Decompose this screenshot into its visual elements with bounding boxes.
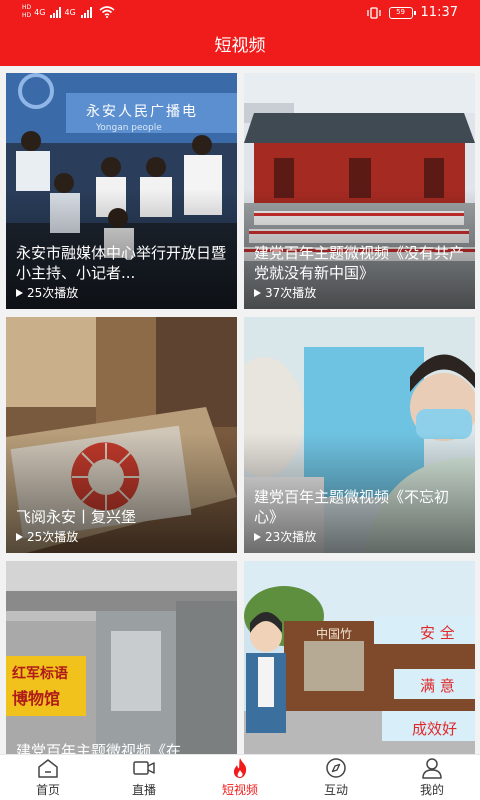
network-type-bottom: HD (22, 12, 32, 19)
video-card[interactable]: 飞阅永安丨复兴堡 25次播放 (6, 317, 237, 553)
play-count: 37次播放 (254, 284, 316, 301)
video-thumbnail (6, 561, 237, 754)
battery-icon: 59 (388, 6, 416, 19)
thumbnail-sign: 红军标语 (12, 666, 68, 682)
flame-icon (233, 758, 247, 778)
play-count: 23次播放 (254, 528, 316, 545)
tab-label: 直播 (131, 783, 156, 797)
signal-label-2: 4G (64, 7, 76, 17)
tab-home[interactable]: 首页 (0, 755, 96, 800)
video-title: 建党百年主题微视频《没有共产党就没有新中国》 (254, 244, 465, 282)
network-type-top: HD (22, 4, 32, 11)
tab-interact[interactable]: 互动 (288, 755, 384, 800)
status-right: 59 11:37 (366, 5, 458, 20)
thumbnail-sign-1: 安 全 (420, 624, 455, 642)
status-bar: HD HD 4G 4G 59 11:37 (0, 0, 480, 26)
status-left: HD HD 4G 4G (22, 4, 115, 20)
play-icon (254, 288, 261, 297)
vibrate-icon (366, 6, 381, 19)
video-card[interactable]: 中国竹 安 全 满 意 成效好 (244, 561, 475, 754)
signal-label-1: 4G (34, 7, 46, 17)
tab-label: 首页 (35, 783, 60, 797)
tab-label: 我的 (419, 783, 444, 797)
signal-icon (50, 6, 62, 18)
tab-live[interactable]: 直播 (96, 755, 192, 800)
tab-short-video[interactable]: 短视频 (192, 755, 288, 800)
network-type: HD HD (22, 4, 31, 20)
video-camera-icon (133, 761, 155, 775)
video-grid[interactable]: 永安人民广播电 Yongan people 永安市融媒体中心举行开放日暨小主持、… (0, 66, 480, 754)
bottom-tab-bar: 首页 直播 短视频 互动 我的 (0, 754, 480, 800)
thumbnail-sign: 永安人民广播电 (86, 104, 198, 120)
battery-level: 59 (396, 7, 405, 16)
video-title: 永安市融媒体中心举行开放日暨小主持、小记者... (16, 244, 227, 282)
video-card[interactable]: 永安人民广播电 Yongan people 永安市融媒体中心举行开放日暨小主持、… (6, 73, 237, 309)
wifi-icon (99, 6, 115, 18)
video-card[interactable]: 建党百年主题微视频《不忘初心》 23次播放 (244, 317, 475, 553)
video-title: 建党百年主题微视频《不忘初心》 (254, 488, 450, 526)
video-card[interactable]: 红军标语 博物馆 建党百年主题微视频《在 (6, 561, 237, 754)
play-icon (254, 532, 261, 541)
thumbnail-sign-3: 成效好 (412, 720, 458, 738)
play-count-text: 23次播放 (265, 530, 317, 544)
play-count: 25次播放 (16, 284, 78, 301)
home-icon (38, 759, 58, 778)
video-title: 飞阅永安丨复兴堡 (16, 508, 137, 526)
thumbnail-sign-2: 满 意 (420, 677, 455, 695)
video-title: 建党百年主题微视频《在 (16, 742, 182, 754)
tab-label: 短视频 (221, 783, 258, 797)
page-title: 短视频 (0, 26, 480, 66)
play-count: 25次播放 (16, 528, 78, 545)
clock: 11:37 (420, 5, 458, 20)
play-count-text: 37次播放 (265, 286, 317, 300)
signal-icon-2 (80, 6, 92, 18)
play-count-text: 25次播放 (27, 530, 79, 544)
play-icon (16, 288, 23, 297)
tab-label: 互动 (323, 783, 348, 797)
play-icon (16, 532, 23, 541)
compass-icon (326, 758, 346, 778)
thumbnail-sign-top: 中国竹 (316, 627, 353, 641)
user-icon (422, 758, 442, 779)
tab-mine[interactable]: 我的 (384, 755, 480, 800)
play-count-text: 25次播放 (27, 286, 79, 300)
video-card[interactable]: 建党百年主题微视频《没有共产党就没有新中国》 37次播放 (244, 73, 475, 309)
thumbnail-sign-sub: Yongan people (96, 123, 162, 133)
thumbnail-sign-2: 博物馆 (12, 689, 61, 708)
